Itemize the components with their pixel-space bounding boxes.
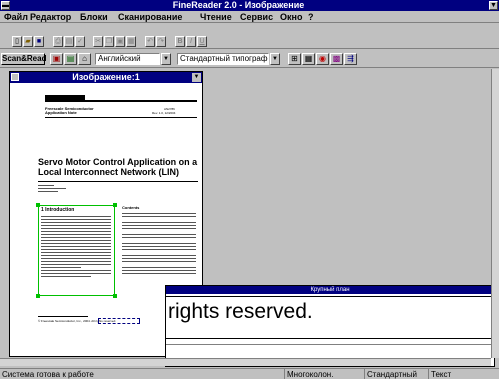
window-minimize-icon[interactable]: ▼ <box>192 73 201 82</box>
status-bar: Система готова к работе Многоколон. Стан… <box>0 368 499 379</box>
status-mode: Текст <box>428 369 499 379</box>
print-icon[interactable]: ⎙ <box>53 36 63 47</box>
arrange-icon[interactable]: ⇶ <box>344 53 357 65</box>
font-type-dropdown-icon[interactable]: ▼ <box>270 53 280 65</box>
selection-handle[interactable] <box>36 294 40 298</box>
read-icon[interactable]: ⌂ <box>78 53 91 65</box>
cut-icon[interactable]: ✂ <box>93 36 103 47</box>
menu-editor[interactable]: Редактор <box>30 11 71 23</box>
view-image-icon[interactable]: ⊞ <box>288 53 301 65</box>
preview-icon[interactable]: ▤ <box>64 36 74 47</box>
scan-read-button[interactable]: Scan&Read <box>1 53 46 65</box>
zoom-window-title: Крупный план <box>166 286 494 294</box>
menu-blocks[interactable]: Блоки <box>80 11 108 23</box>
zoom-focus-marker[interactable] <box>98 318 140 324</box>
doc-heading: Servo Motor Control Application on a Loc… <box>38 157 198 177</box>
undo-icon[interactable]: ↶ <box>145 36 155 47</box>
footer-rule <box>38 316 88 317</box>
recognition-block-selected[interactable]: 1 Introduction <box>36 203 117 298</box>
image-window-titlebar[interactable]: Изображение:1 ▼ <box>10 72 202 83</box>
selection-handle[interactable] <box>36 203 40 207</box>
status-columns: Многоколон. <box>284 369 364 379</box>
header-rule-2 <box>45 117 197 118</box>
zoom-text: rights reserved. <box>168 300 313 323</box>
underline-button[interactable]: U <box>197 36 207 47</box>
menu-scanning[interactable]: Сканирование <box>118 11 182 23</box>
language-value: Английский <box>98 54 141 63</box>
recognition-toolbar: Scan&Read ▣ ▤ ⌂ Английский ▼ Стандартный… <box>0 50 499 68</box>
new-icon[interactable]: ▯ <box>12 36 22 47</box>
menu-reading[interactable]: Чтение <box>200 11 232 23</box>
contents-list <box>122 213 196 276</box>
vertical-scrollbar[interactable] <box>491 69 499 358</box>
doc-revision: Rev. 1.0, 12/2004 <box>152 111 176 115</box>
zoom-window[interactable]: Крупный план rights reserved. <box>165 285 495 367</box>
status-message: Система готова к работе <box>2 370 94 379</box>
intro-title: 1 Introduction <box>41 207 75 213</box>
language-dropdown-icon[interactable]: ▼ <box>161 53 171 65</box>
bold-button[interactable]: B <box>175 36 185 47</box>
selection-handle[interactable] <box>113 294 117 298</box>
menu-file[interactable]: Файл <box>4 11 28 23</box>
intro-paragraph <box>41 216 111 279</box>
title-bar: ▬ FineReader 2.0 - Изображение ▼ <box>0 0 499 11</box>
window-title: FineReader 2.0 - Изображение <box>172 0 305 10</box>
heading-rule <box>38 181 198 182</box>
font-type-value: Стандартный типографский <box>180 54 268 63</box>
paste-icon[interactable]: ▣ <box>115 36 125 47</box>
image-icon[interactable]: ▤ <box>64 53 77 65</box>
standard-toolbar: ▯ ▰ ■ ⎙ ▤ ✓ ✂ ❐ ▣ ▦ ↶ ↷ B I U <box>0 24 499 49</box>
image-window-title: Изображение:1 <box>72 72 140 82</box>
font-type-select[interactable]: Стандартный типографский <box>177 53 269 65</box>
doc-brand-line2: Application Note <box>45 110 77 115</box>
author-block <box>38 185 68 194</box>
clear-icon[interactable]: ▦ <box>126 36 136 47</box>
copy-icon[interactable]: ❐ <box>104 36 114 47</box>
selection-handle[interactable] <box>113 203 117 207</box>
redo-icon[interactable]: ↷ <box>156 36 166 47</box>
save-icon[interactable]: ■ <box>34 36 44 47</box>
header-rule <box>45 100 197 102</box>
italic-button[interactable]: I <box>186 36 196 47</box>
spell-icon[interactable]: ✓ <box>75 36 85 47</box>
menu-bar: Файл Редактор Блоки Сканирование Чтение … <box>0 11 499 23</box>
template-icon[interactable]: ▩ <box>330 53 343 65</box>
menu-window[interactable]: Окно <box>280 11 302 23</box>
menu-service[interactable]: Сервис <box>240 11 273 23</box>
maximize-button[interactable]: ▼ <box>489 1 498 10</box>
horizontal-scrollbar[interactable] <box>0 358 491 366</box>
zoom-icon[interactable]: ◉ <box>316 53 329 65</box>
scan-icon[interactable]: ▣ <box>50 53 63 65</box>
open-icon[interactable]: ▰ <box>23 36 33 47</box>
status-standard: Стандартный <box>364 369 428 379</box>
window-control-menu-icon[interactable] <box>11 73 19 81</box>
zoom-separator <box>166 296 494 297</box>
language-select[interactable]: Английский <box>95 53 160 65</box>
contents-title: Contents <box>122 205 140 210</box>
zoom-separator <box>166 344 494 345</box>
zoom-separator <box>166 338 494 339</box>
view-text-icon[interactable]: ▦ <box>302 53 315 65</box>
menu-help[interactable]: ? <box>308 11 314 23</box>
